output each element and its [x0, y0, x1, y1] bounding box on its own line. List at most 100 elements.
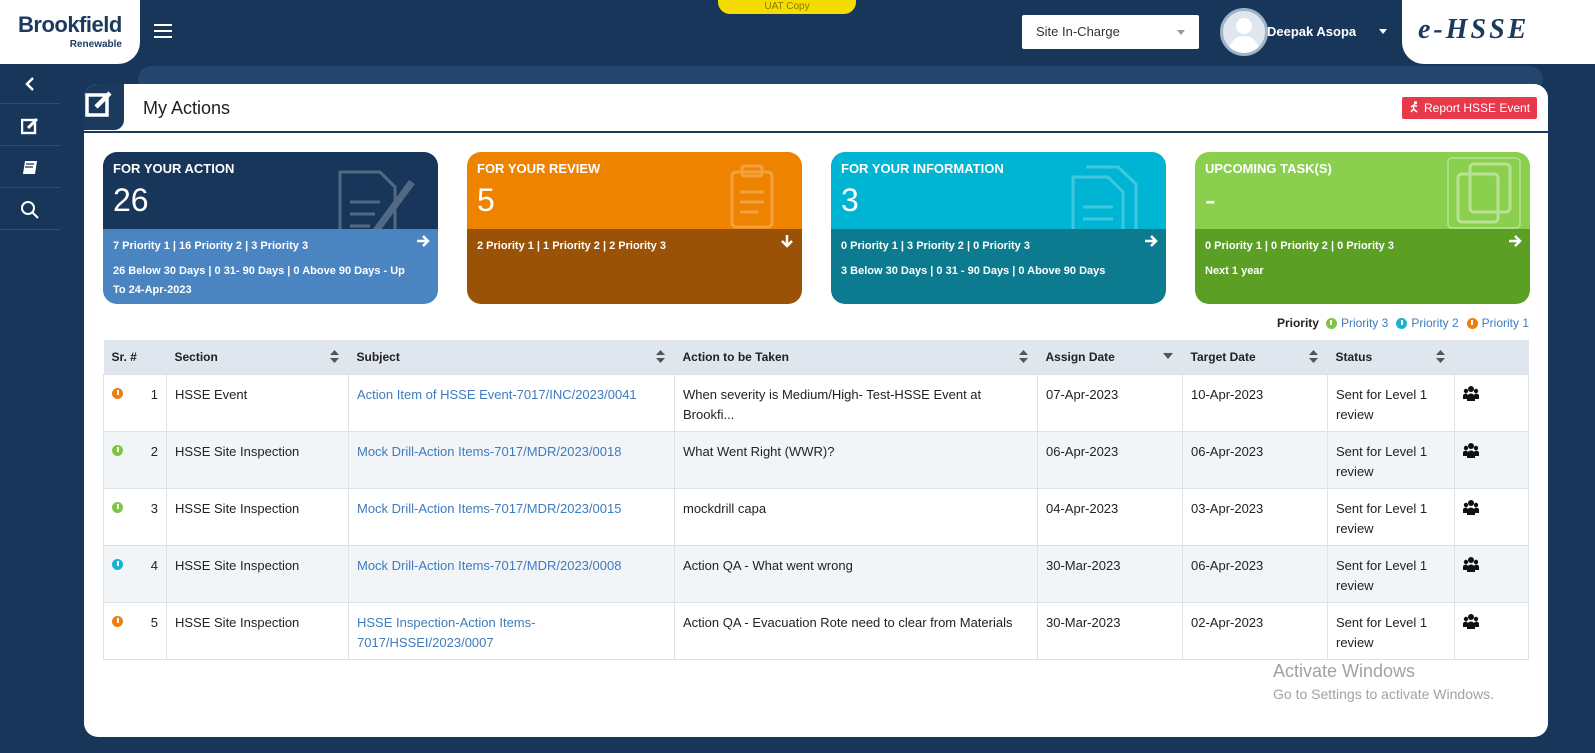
users-icon[interactable]: [1463, 442, 1479, 458]
row-section: HSSE Site Inspection: [166, 544, 349, 603]
brand-subtitle: Renewable: [69, 39, 122, 50]
row-subject-link[interactable]: HSSE Inspection-Action Items-7017/HSSEI/…: [348, 601, 675, 660]
row-target-date: 06-Apr-2023: [1182, 544, 1328, 603]
row-sr: 2: [133, 430, 167, 489]
column-header-target-date[interactable]: Target Date: [1182, 340, 1328, 374]
title-divider: [84, 131, 1548, 133]
card-days-summary: 26 Below 30 Days | 0 31- 90 Days | 0 Abo…: [113, 265, 405, 296]
report-button-label: Report HSSE Event: [1424, 101, 1531, 115]
user-menu-chevron-icon[interactable]: [1379, 29, 1387, 34]
table-row[interactable]: 1 HSSE Event Action Item of HSSE Event-7…: [103, 373, 1529, 432]
row-section: HSSE Site Inspection: [166, 601, 349, 660]
sidebar-item-my-actions[interactable]: [0, 106, 60, 146]
sort-icon[interactable]: [329, 350, 339, 363]
watermark-title: Activate Windows: [1273, 661, 1416, 681]
report-hsse-event-button[interactable]: Report HSSE Event: [1402, 97, 1538, 119]
book-icon: [23, 160, 37, 174]
sort-icon[interactable]: [1308, 350, 1318, 363]
actions-table: Sr. # Section Subject Action to be Taken…: [103, 340, 1529, 660]
legend-label: Priority: [1276, 316, 1319, 330]
card-priority-summary: 7 Priority 1 | 16 Priority 2 | 3 Priorit…: [113, 240, 309, 252]
users-icon[interactable]: [1463, 613, 1479, 629]
table-row[interactable]: 2 HSSE Site Inspection Mock Drill-Action…: [103, 430, 1529, 489]
row-section: HSSE Site Inspection: [166, 487, 349, 546]
windows-activation-watermark: Activate Windows Go to Settings to activ…: [1273, 661, 1494, 702]
row-subject-link[interactable]: Mock Drill-Action Items-7017/MDR/2023/00…: [348, 487, 675, 546]
table-row[interactable]: 3 HSSE Site Inspection Mock Drill-Action…: [103, 487, 1529, 546]
sort-desc-icon[interactable]: [1162, 353, 1173, 359]
page-icon: [84, 84, 124, 130]
menu-icon[interactable]: [154, 24, 172, 38]
ehsse-logo: e-HSSE: [1402, 0, 1595, 64]
copy-clipboard-icon: [1447, 157, 1521, 229]
card-days-summary: 3 Below 30 Days | 0 31 - 90 Days | 0 Abo…: [841, 265, 1106, 277]
legend-item: Priority 1: [1481, 316, 1529, 330]
sidebar-item-search[interactable]: [0, 190, 60, 230]
column-header-status[interactable]: Status: [1327, 340, 1455, 374]
column-header-subject[interactable]: Subject: [348, 340, 675, 374]
card-for-your-action[interactable]: FOR YOUR ACTION 26 7 Priority 1 | 16 Pri…: [103, 152, 438, 304]
role-dropdown-value: Site In-Charge: [1036, 24, 1120, 39]
row-subject-link[interactable]: Mock Drill-Action Items-7017/MDR/2023/00…: [348, 544, 675, 603]
right-arrow-icon[interactable]: [1508, 234, 1522, 248]
users-icon[interactable]: [1463, 556, 1479, 572]
row-section: HSSE Site Inspection: [166, 430, 349, 489]
row-target-date: 03-Apr-2023: [1182, 487, 1328, 546]
row-assign-date: 30-Mar-2023: [1037, 601, 1183, 660]
uat-badge: UAT Copy: [718, 0, 856, 14]
column-header-assign-date[interactable]: Assign Date: [1037, 340, 1183, 374]
column-header-section[interactable]: Section: [166, 340, 349, 374]
priority-1-icon: [112, 615, 123, 627]
card-priority-summary: 0 Priority 1 | 0 Priority 2 | 0 Priority…: [1205, 240, 1394, 252]
row-target-date: 02-Apr-2023: [1182, 601, 1328, 660]
row-status: Sent for Level 1 review: [1327, 373, 1455, 432]
column-header-actions: [1454, 340, 1529, 374]
edit-icon: [21, 117, 39, 134]
card-priority-summary: 2 Priority 1 | 1 Priority 2 | 2 Priority…: [477, 240, 666, 252]
avatar[interactable]: [1220, 8, 1268, 56]
row-action: What Went Right (WWR)?: [674, 430, 1038, 489]
sort-icon[interactable]: [1018, 350, 1028, 363]
row-assign-date: 07-Apr-2023: [1037, 373, 1183, 432]
users-icon[interactable]: [1463, 499, 1479, 515]
row-section: HSSE Event: [166, 373, 349, 432]
row-subject-link[interactable]: Action Item of HSSE Event-7017/INC/2023/…: [348, 373, 675, 432]
card-for-your-information[interactable]: FOR YOUR INFORMATION 3 0 Priority 1 | 3 …: [831, 152, 1166, 304]
right-arrow-icon[interactable]: [416, 234, 430, 248]
row-status: Sent for Level 1 review: [1327, 601, 1455, 660]
priority-2-icon: [1396, 317, 1408, 329]
collapse-sidebar-button[interactable]: [0, 64, 60, 104]
legend-item: Priority 2: [1411, 316, 1459, 330]
column-header-action[interactable]: Action to be Taken: [674, 340, 1038, 374]
users-icon[interactable]: [1463, 385, 1479, 401]
page-title: My Actions: [143, 98, 231, 118]
table-row[interactable]: 4 HSSE Site Inspection Mock Drill-Action…: [103, 544, 1529, 603]
role-dropdown[interactable]: Site In-Charge: [1022, 15, 1199, 49]
sort-icon[interactable]: [655, 350, 665, 363]
right-arrow-icon[interactable]: [1144, 234, 1158, 248]
brand-name: Brookfield: [18, 12, 122, 37]
card-for-your-review[interactable]: FOR YOUR REVIEW 5 2 Priority 1 | 1 Prior…: [467, 152, 802, 304]
priority-3-icon: [112, 501, 123, 513]
brand-logo[interactable]: Brookfield Renewable: [0, 0, 140, 64]
priority-1-icon: [112, 387, 123, 399]
sort-icon[interactable]: [1435, 350, 1445, 363]
card-priority-summary: 0 Priority 1 | 3 Priority 2 | 0 Priority…: [841, 240, 1030, 252]
sidebar-item-library[interactable]: [0, 148, 60, 188]
row-subject-link[interactable]: Mock Drill-Action Items-7017/MDR/2023/00…: [348, 430, 675, 489]
row-assign-date: 04-Apr-2023: [1037, 487, 1183, 546]
column-header-sr[interactable]: Sr. #: [103, 340, 167, 374]
user-name[interactable]: Deepak Asopa: [1267, 24, 1356, 39]
main-panel: My Actions Report HSSE Event FOR YOUR AC…: [84, 84, 1548, 737]
priority-1-icon: [1466, 317, 1478, 329]
running-person-icon: [1410, 101, 1418, 113]
table-row[interactable]: 5 HSSE Site Inspection HSSE Inspection-A…: [103, 601, 1529, 660]
row-status: Sent for Level 1 review: [1327, 544, 1455, 603]
card-upcoming-tasks[interactable]: UPCOMING TASK(S) - 0 Priority 1 | 0 Prio…: [1195, 152, 1530, 304]
row-target-date: 06-Apr-2023: [1182, 430, 1328, 489]
priority-3-icon: [112, 444, 123, 456]
down-arrow-icon[interactable]: [780, 234, 794, 248]
chevron-left-icon: [25, 76, 34, 91]
clipboard-icon: [730, 164, 774, 229]
card-days-summary: Next 1 year: [1205, 265, 1264, 277]
